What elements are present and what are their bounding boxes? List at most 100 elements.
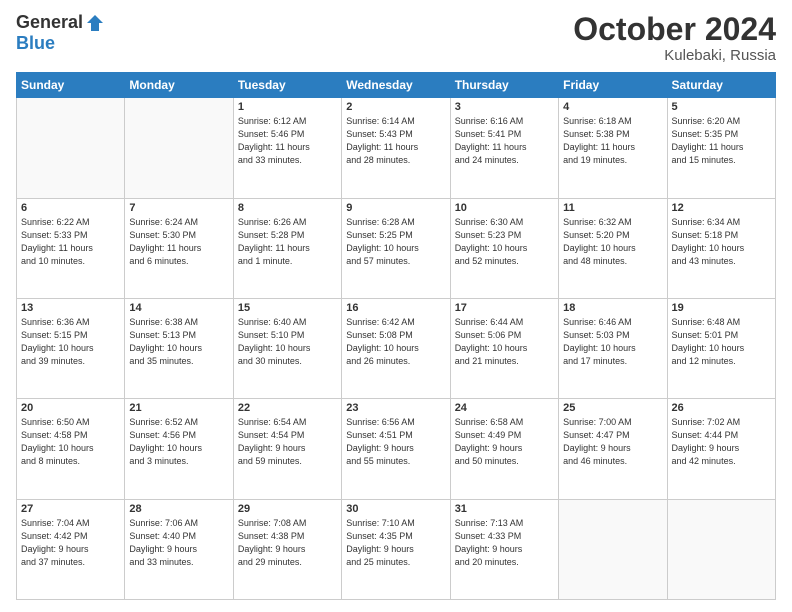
day-info: Sunrise: 6:34 AM Sunset: 5:18 PM Dayligh… [672,216,771,268]
day-info: Sunrise: 6:40 AM Sunset: 5:10 PM Dayligh… [238,316,337,368]
day-cell: 27 Sunrise: 7:04 AM Sunset: 4:42 PM Dayli… [17,499,125,599]
col-wednesday: Wednesday [342,73,450,98]
day-cell: 2Sunrise: 6:14 AM Sunset: 5:43 PM Daylig… [342,98,450,198]
day-info: Sunrise: 7:10 AM Sunset: 4:35 PM Dayligh… [346,517,445,569]
day-info: Sunrise: 7:04 AM Sunset: 4:42 PM Dayligh… [21,517,120,569]
day-number: 11 [563,202,662,214]
day-cell: 17 Sunrise: 6:44 AM Sunset: 5:06 PM Dayli… [450,298,558,398]
day-number: 25 [563,402,662,414]
day-number: 7 [129,202,228,214]
day-number: 13 [21,302,120,314]
day-info: Sunrise: 6:24 AM Sunset: 5:30 PM Dayligh… [129,216,228,268]
day-cell: 19Sunrise: 6:48 AM Sunset: 5:01 PM Dayli… [667,298,775,398]
day-number: 15 [238,302,337,314]
day-info: Sunrise: 6:20 AM Sunset: 5:35 PM Dayligh… [672,115,771,167]
day-info: Sunrise: 6:58 AM Sunset: 4:49 PM Dayligh… [455,416,554,468]
day-number: 4 [563,101,662,113]
col-tuesday: Tuesday [233,73,341,98]
day-number: 21 [129,402,228,414]
day-info: Sunrise: 7:00 AM Sunset: 4:47 PM Dayligh… [563,416,662,468]
location: Kulebaki, Russia [573,47,776,64]
day-number: 8 [238,202,337,214]
month-title: October 2024 [573,12,776,47]
day-number: 5 [672,101,771,113]
day-number: 6 [21,202,120,214]
day-cell: 10Sunrise: 6:30 AM Sunset: 5:23 PM Dayli… [450,198,558,298]
day-cell: 7 Sunrise: 6:24 AM Sunset: 5:30 PM Daylig… [125,198,233,298]
day-number: 20 [21,402,120,414]
day-cell [667,499,775,599]
day-info: Sunrise: 6:48 AM Sunset: 5:01 PM Dayligh… [672,316,771,368]
day-number: 29 [238,503,337,515]
day-cell: 28 Sunrise: 7:06 AM Sunset: 4:40 PM Dayli… [125,499,233,599]
day-cell: 23 Sunrise: 6:56 AM Sunset: 4:51 PM Dayli… [342,399,450,499]
day-cell: 8 Sunrise: 6:26 AM Sunset: 5:28 PM Daylig… [233,198,341,298]
col-sunday: Sunday [17,73,125,98]
day-number: 27 [21,503,120,515]
day-cell: 22 Sunrise: 6:54 AM Sunset: 4:54 PM Dayli… [233,399,341,499]
day-info: Sunrise: 6:12 AM Sunset: 5:46 PM Dayligh… [238,115,337,167]
day-number: 1 [238,101,337,113]
day-cell: 1 Sunrise: 6:12 AM Sunset: 5:46 PM Daylig… [233,98,341,198]
day-info: Sunrise: 7:08 AM Sunset: 4:38 PM Dayligh… [238,517,337,569]
day-number: 24 [455,402,554,414]
day-number: 28 [129,503,228,515]
day-cell: 31 Sunrise: 7:13 AM Sunset: 4:33 PM Dayli… [450,499,558,599]
day-cell: 14Sunrise: 6:38 AM Sunset: 5:13 PM Dayli… [125,298,233,398]
day-info: Sunrise: 6:22 AM Sunset: 5:33 PM Dayligh… [21,216,120,268]
day-cell: 29 Sunrise: 7:08 AM Sunset: 4:38 PM Dayli… [233,499,341,599]
main-container: General Blue October 2024 Kulebaki, Russ… [0,0,792,612]
day-cell: 9Sunrise: 6:28 AM Sunset: 5:25 PM Daylig… [342,198,450,298]
calendar-header-row: Sunday Monday Tuesday Wednesday Thursday… [17,73,776,98]
day-info: Sunrise: 6:42 AM Sunset: 5:08 PM Dayligh… [346,316,445,368]
day-number: 31 [455,503,554,515]
week-row-4: 27 Sunrise: 7:04 AM Sunset: 4:42 PM Dayli… [17,499,776,599]
day-info: Sunrise: 6:44 AM Sunset: 5:06 PM Dayligh… [455,316,554,368]
day-cell: 20Sunrise: 6:50 AM Sunset: 4:58 PM Dayli… [17,399,125,499]
title-section: October 2024 Kulebaki, Russia [573,12,776,64]
day-info: Sunrise: 6:32 AM Sunset: 5:20 PM Dayligh… [563,216,662,268]
day-cell: 25 Sunrise: 7:00 AM Sunset: 4:47 PM Dayli… [559,399,667,499]
day-cell: 24 Sunrise: 6:58 AM Sunset: 4:49 PM Dayli… [450,399,558,499]
day-number: 22 [238,402,337,414]
week-row-2: 13 Sunrise: 6:36 AM Sunset: 5:15 PM Dayli… [17,298,776,398]
day-number: 30 [346,503,445,515]
day-number: 17 [455,302,554,314]
day-number: 16 [346,302,445,314]
week-row-3: 20Sunrise: 6:50 AM Sunset: 4:58 PM Dayli… [17,399,776,499]
day-info: Sunrise: 6:26 AM Sunset: 5:28 PM Dayligh… [238,216,337,268]
day-info: Sunrise: 6:46 AM Sunset: 5:03 PM Dayligh… [563,316,662,368]
day-cell: 26Sunrise: 7:02 AM Sunset: 4:44 PM Dayli… [667,399,775,499]
day-info: Sunrise: 6:30 AM Sunset: 5:23 PM Dayligh… [455,216,554,268]
day-info: Sunrise: 6:16 AM Sunset: 5:41 PM Dayligh… [455,115,554,167]
day-cell: 3 Sunrise: 6:16 AM Sunset: 5:41 PM Daylig… [450,98,558,198]
day-info: Sunrise: 6:56 AM Sunset: 4:51 PM Dayligh… [346,416,445,468]
col-saturday: Saturday [667,73,775,98]
day-info: Sunrise: 6:36 AM Sunset: 5:15 PM Dayligh… [21,316,120,368]
day-info: Sunrise: 6:14 AM Sunset: 5:43 PM Dayligh… [346,115,445,167]
day-info: Sunrise: 7:02 AM Sunset: 4:44 PM Dayligh… [672,416,771,468]
day-cell [125,98,233,198]
day-info: Sunrise: 6:54 AM Sunset: 4:54 PM Dayligh… [238,416,337,468]
logo: General Blue [16,12,105,54]
day-cell: 5 Sunrise: 6:20 AM Sunset: 5:35 PM Daylig… [667,98,775,198]
day-number: 23 [346,402,445,414]
week-row-1: 6 Sunrise: 6:22 AM Sunset: 5:33 PM Daylig… [17,198,776,298]
logo-blue: Blue [16,33,55,54]
day-cell: 30 Sunrise: 7:10 AM Sunset: 4:35 PM Dayli… [342,499,450,599]
day-info: Sunrise: 6:18 AM Sunset: 5:38 PM Dayligh… [563,115,662,167]
day-info: Sunrise: 7:06 AM Sunset: 4:40 PM Dayligh… [129,517,228,569]
day-cell [17,98,125,198]
day-info: Sunrise: 7:13 AM Sunset: 4:33 PM Dayligh… [455,517,554,569]
day-cell: 12Sunrise: 6:34 AM Sunset: 5:18 PM Dayli… [667,198,775,298]
header: General Blue October 2024 Kulebaki, Russ… [16,12,776,64]
logo-general: General [16,12,83,33]
day-cell: 15 Sunrise: 6:40 AM Sunset: 5:10 PM Dayli… [233,298,341,398]
day-info: Sunrise: 6:28 AM Sunset: 5:25 PM Dayligh… [346,216,445,268]
day-cell: 6 Sunrise: 6:22 AM Sunset: 5:33 PM Daylig… [17,198,125,298]
day-number: 3 [455,101,554,113]
col-friday: Friday [559,73,667,98]
day-info: Sunrise: 6:52 AM Sunset: 4:56 PM Dayligh… [129,416,228,468]
logo-icon [85,13,105,33]
day-number: 18 [563,302,662,314]
